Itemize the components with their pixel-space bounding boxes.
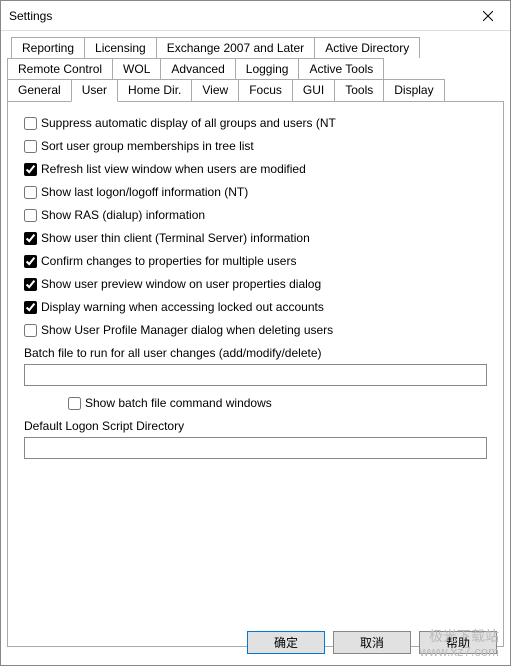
- titlebar: Settings: [1, 1, 510, 31]
- label-show-ras[interactable]: Show RAS (dialup) information: [41, 208, 205, 222]
- option-sort-groups: Sort user group memberships in tree list: [24, 139, 487, 153]
- tab-home-dir[interactable]: Home Dir.: [117, 79, 192, 101]
- option-show-ras: Show RAS (dialup) information: [24, 208, 487, 222]
- window-title: Settings: [9, 9, 52, 23]
- tab-remote-control[interactable]: Remote Control: [7, 58, 113, 79]
- tab-display[interactable]: Display: [383, 79, 444, 101]
- checkbox-show-logon[interactable]: [24, 186, 37, 199]
- tab-tools[interactable]: Tools: [334, 79, 384, 101]
- label-confirm-changes[interactable]: Confirm changes to properties for multip…: [41, 254, 296, 268]
- tab-active-tools[interactable]: Active Tools: [298, 58, 384, 79]
- option-suppress-display: Suppress automatic display of all groups…: [24, 116, 487, 130]
- batch-file-input[interactable]: [24, 364, 487, 386]
- tab-strip: Reporting Licensing Exchange 2007 and La…: [7, 37, 504, 647]
- checkbox-confirm-changes[interactable]: [24, 255, 37, 268]
- tab-reporting[interactable]: Reporting: [11, 37, 85, 58]
- checkbox-sort-groups[interactable]: [24, 140, 37, 153]
- label-refresh-list[interactable]: Refresh list view window when users are …: [41, 162, 306, 176]
- option-profile-manager: Show User Profile Manager dialog when de…: [24, 323, 487, 337]
- label-locked-warning[interactable]: Display warning when accessing locked ou…: [41, 300, 324, 314]
- tab-advanced[interactable]: Advanced: [160, 58, 235, 79]
- option-show-logon: Show last logon/logoff information (NT): [24, 185, 487, 199]
- tab-licensing[interactable]: Licensing: [84, 37, 157, 58]
- dialog-footer: 确定 取消 帮助: [247, 631, 497, 654]
- option-thin-client: Show user thin client (Terminal Server) …: [24, 231, 487, 245]
- label-show-logon[interactable]: Show last logon/logoff information (NT): [41, 185, 248, 199]
- tab-wol[interactable]: WOL: [112, 58, 161, 79]
- label-show-cmd[interactable]: Show batch file command windows: [85, 396, 272, 410]
- option-show-cmd: Show batch file command windows: [68, 396, 487, 410]
- label-thin-client[interactable]: Show user thin client (Terminal Server) …: [41, 231, 310, 245]
- dialog-content: Reporting Licensing Exchange 2007 and La…: [1, 31, 510, 647]
- label-preview-window[interactable]: Show user preview window on user propert…: [41, 277, 321, 291]
- checkbox-refresh-list[interactable]: [24, 163, 37, 176]
- label-profile-manager[interactable]: Show User Profile Manager dialog when de…: [41, 323, 333, 337]
- checkbox-show-ras[interactable]: [24, 209, 37, 222]
- option-preview-window: Show user preview window on user propert…: [24, 277, 487, 291]
- cancel-button[interactable]: 取消: [333, 631, 411, 654]
- tab-gui[interactable]: GUI: [292, 79, 335, 101]
- checkbox-show-cmd[interactable]: [68, 397, 81, 410]
- checkbox-suppress-display[interactable]: [24, 117, 37, 130]
- help-button[interactable]: 帮助: [419, 631, 497, 654]
- option-refresh-list: Refresh list view window when users are …: [24, 162, 487, 176]
- label-sort-groups[interactable]: Sort user group memberships in tree list: [41, 139, 254, 153]
- option-confirm-changes: Confirm changes to properties for multip…: [24, 254, 487, 268]
- checkbox-thin-client[interactable]: [24, 232, 37, 245]
- batch-file-label: Batch file to run for all user changes (…: [24, 346, 487, 360]
- tab-view[interactable]: View: [191, 79, 239, 101]
- tab-panel: Suppress automatic display of all groups…: [7, 101, 504, 647]
- tab-focus[interactable]: Focus: [238, 79, 293, 101]
- checkbox-profile-manager[interactable]: [24, 324, 37, 337]
- ok-button[interactable]: 确定: [247, 631, 325, 654]
- tab-active-directory[interactable]: Active Directory: [314, 37, 420, 58]
- checkbox-locked-warning[interactable]: [24, 301, 37, 314]
- close-button[interactable]: [468, 2, 508, 30]
- option-locked-warning: Display warning when accessing locked ou…: [24, 300, 487, 314]
- checkbox-preview-window[interactable]: [24, 278, 37, 291]
- logon-script-label: Default Logon Script Directory: [24, 419, 487, 433]
- tab-logging[interactable]: Logging: [235, 58, 300, 79]
- logon-script-input[interactable]: [24, 437, 487, 459]
- tab-general[interactable]: General: [7, 79, 72, 101]
- tab-user[interactable]: User: [71, 79, 118, 102]
- tab-exchange[interactable]: Exchange 2007 and Later: [156, 37, 315, 58]
- label-suppress-display[interactable]: Suppress automatic display of all groups…: [41, 116, 336, 130]
- close-icon: [483, 11, 493, 21]
